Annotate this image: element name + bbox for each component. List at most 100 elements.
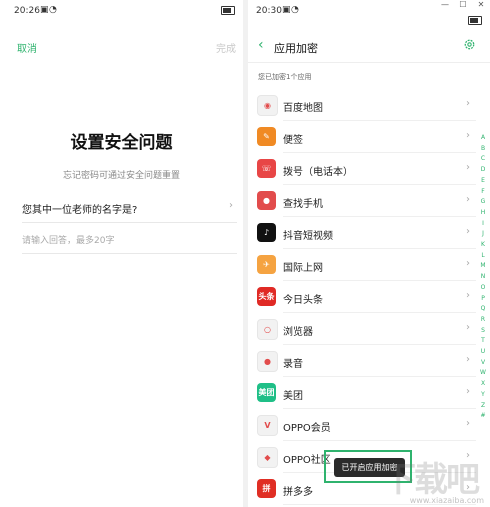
alphabet-letter[interactable]: U: [478, 347, 488, 358]
app-name: 百度地图: [283, 103, 323, 114]
alphabet-letter[interactable]: Z: [478, 401, 488, 412]
cancel-button[interactable]: 取消: [17, 40, 37, 55]
wifi-icon: ◔: [291, 5, 299, 15]
alphabet-letter[interactable]: #: [478, 411, 488, 422]
security-question-selector[interactable]: 您其中一位老师的名字是? ›: [22, 196, 237, 223]
app-list-item[interactable]: ○ 浏览器 ›: [248, 313, 490, 345]
recorder-icon: ●: [257, 351, 278, 372]
security-question-screen: 20:26 ▣ ◔ 取消 完成 设置安全问题 忘记密码可通过安全问题重置 您其中…: [0, 0, 243, 507]
close-button[interactable]: ✕: [472, 0, 490, 9]
maximize-button[interactable]: ☐: [454, 0, 472, 9]
alphabet-letter[interactable]: B: [478, 144, 488, 155]
page-title: 应用加密: [274, 42, 318, 55]
chevron-right-icon: ›: [466, 162, 470, 173]
status-bar: 20:26 ▣ ◔: [0, 0, 243, 22]
alphabet-index[interactable]: A B C D E F G H I J K L M N O P Q R S T U V W X Y Z #: [478, 133, 488, 422]
status-time: 20:30: [256, 6, 282, 16]
alphabet-letter[interactable]: N: [478, 272, 488, 283]
app-list-item[interactable]: ☏ 拨号（电话本） ›: [248, 153, 490, 185]
find-phone-icon: ●: [257, 191, 276, 210]
app-list-item[interactable]: ✈ 国际上网 ›: [248, 249, 490, 281]
chevron-right-icon: ›: [466, 194, 470, 205]
notes-icon: ✎: [257, 127, 276, 146]
app-list-item[interactable]: ● 查找手机 ›: [248, 185, 490, 217]
phone-icon: ☏: [257, 159, 276, 178]
alphabet-letter[interactable]: V: [478, 358, 488, 369]
alphabet-letter[interactable]: A: [478, 133, 488, 144]
app-list-item[interactable]: ◉ 百度地图 ›: [248, 89, 490, 121]
chevron-right-icon: ›: [466, 418, 470, 429]
alphabet-letter[interactable]: G: [478, 197, 488, 208]
app-list: ◉ 百度地图 › ✎ 便签 › ☏ 拨号（电话本） › ● 查找手机 › ♪ 抖音短视频 › ✈ 国际上网 › 头条…: [248, 89, 490, 505]
chevron-right-icon: ›: [466, 386, 470, 397]
alphabet-letter[interactable]: W: [478, 368, 488, 379]
alphabet-letter[interactable]: S: [478, 326, 488, 337]
window-controls: — ☐ ✕: [436, 0, 490, 10]
alphabet-letter[interactable]: O: [478, 283, 488, 294]
browser-icon: ○: [257, 319, 278, 340]
alphabet-letter[interactable]: J: [478, 229, 488, 240]
encrypted-count: 您已加密1个应用: [258, 73, 312, 81]
watermark-logo: 下载吧: [382, 460, 480, 500]
chevron-right-icon: ›: [466, 226, 470, 237]
settings-gear-icon[interactable]: [463, 38, 476, 51]
app-list-item[interactable]: 头条 今日头条 ›: [248, 281, 490, 313]
meituan-icon: 美团: [257, 383, 276, 402]
battery-icon: [468, 16, 482, 25]
battery-icon: [221, 6, 235, 15]
alphabet-letter[interactable]: K: [478, 240, 488, 251]
app-lock-screen: 20:30 ▣ ◔ — ☐ ✕ ‹ 应用加密 您已加密1个应用 ◉ 百度地图 › ✎ 便签 ›…: [248, 0, 490, 507]
alphabet-letter[interactable]: E: [478, 176, 488, 187]
app-name: 抖音短视频: [283, 231, 333, 242]
app-name: 国际上网: [283, 263, 323, 274]
alphabet-letter[interactable]: I: [478, 219, 488, 230]
chevron-right-icon: ›: [466, 290, 470, 301]
chevron-right-icon: ›: [466, 322, 470, 333]
alphabet-letter[interactable]: C: [478, 154, 488, 165]
chevron-right-icon: ›: [466, 98, 470, 109]
status-time: 20:26: [14, 6, 40, 16]
page-subtitle: 忘记密码可通过安全问题重置: [62, 171, 180, 181]
alphabet-letter[interactable]: P: [478, 294, 488, 305]
answer-underline: [22, 253, 237, 254]
alphabet-letter[interactable]: Y: [478, 390, 488, 401]
chevron-right-icon: ›: [466, 130, 470, 141]
alphabet-letter[interactable]: D: [478, 165, 488, 176]
chevron-right-icon: ›: [229, 200, 233, 211]
oppo-member-icon: V: [257, 415, 278, 436]
alphabet-letter[interactable]: Q: [478, 304, 488, 315]
app-name: 拼多多: [283, 487, 313, 498]
answer-input[interactable]: [22, 230, 237, 252]
app-name: 查找手机: [283, 199, 323, 210]
app-name: 录音: [283, 359, 303, 370]
alphabet-letter[interactable]: X: [478, 379, 488, 390]
done-button[interactable]: 完成: [216, 40, 236, 55]
wifi-icon: ◔: [49, 5, 57, 15]
oppo-community-icon: ◆: [257, 447, 278, 468]
toutiao-icon: 头条: [257, 287, 276, 306]
minimize-button[interactable]: —: [436, 0, 454, 9]
app-list-item[interactable]: V OPPO会员 ›: [248, 409, 490, 441]
alphabet-letter[interactable]: H: [478, 208, 488, 219]
app-name: 浏览器: [283, 327, 313, 338]
back-arrow-icon[interactable]: ‹: [258, 38, 264, 52]
app-name: 美团: [283, 391, 303, 402]
page-title: 设置安全问题: [70, 133, 173, 153]
app-name: 今日头条: [283, 295, 323, 306]
sim-icon: ▣: [40, 5, 49, 15]
alphabet-letter[interactable]: R: [478, 315, 488, 326]
alphabet-letter[interactable]: L: [478, 251, 488, 262]
alphabet-letter[interactable]: T: [478, 336, 488, 347]
app-list-item[interactable]: ● 录音 ›: [248, 345, 490, 377]
app-name: 便签: [283, 135, 303, 146]
app-list-item[interactable]: 美团 美团 ›: [248, 377, 490, 409]
global-internet-icon: ✈: [257, 255, 276, 274]
baidu-map-icon: ◉: [257, 95, 278, 116]
app-list-item[interactable]: ✎ 便签 ›: [248, 121, 490, 153]
app-list-item[interactable]: ♪ 抖音短视频 ›: [248, 217, 490, 249]
alphabet-letter[interactable]: M: [478, 261, 488, 272]
pinduoduo-icon: 拼: [257, 479, 276, 498]
security-question-text: 您其中一位老师的名字是?: [22, 205, 138, 216]
alphabet-letter[interactable]: F: [478, 187, 488, 198]
header-divider: [248, 62, 490, 63]
